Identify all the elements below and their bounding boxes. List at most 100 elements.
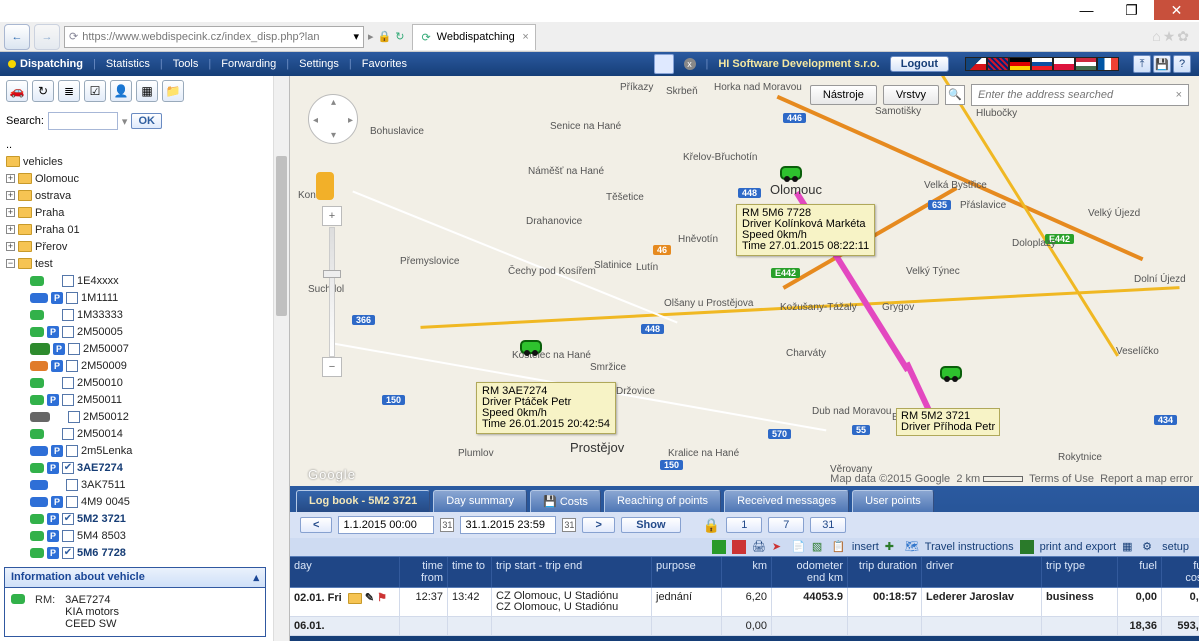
menu-tools[interactable]: Tools: [173, 58, 199, 70]
icon-doc[interactable]: 📄: [792, 540, 806, 554]
vehicle-checkbox[interactable]: [68, 343, 80, 355]
tab-user-points[interactable]: User points: [852, 490, 934, 512]
flag-hu[interactable]: [1075, 57, 1097, 71]
menu-settings[interactable]: Settings: [299, 58, 339, 70]
vehicle-checkbox[interactable]: [68, 411, 80, 423]
search-ok-button[interactable]: OK: [131, 113, 162, 129]
row-edit-icon[interactable]: ✎: [365, 592, 374, 604]
tree-vehicle[interactable]: P✔3AE7274: [6, 459, 283, 476]
expand-icon[interactable]: +: [6, 208, 15, 217]
preset-31day[interactable]: 31: [810, 517, 846, 533]
link-insert[interactable]: insert: [852, 541, 879, 553]
row-flag-icon[interactable]: ⚑: [377, 592, 387, 604]
row-folder-icon[interactable]: [348, 593, 362, 604]
tree-group[interactable]: +Přerov: [6, 238, 283, 255]
menu-dispatching[interactable]: Dispatching: [8, 58, 83, 70]
tree-vehicle[interactable]: P2m5Lenka: [6, 442, 283, 459]
logbook-row[interactable]: 02.01. Fri ✎ ⚑12:3713:42CZ Olomouc, U St…: [290, 588, 1199, 617]
url-input[interactable]: [82, 31, 349, 43]
tree-vehicle[interactable]: 1E4xxxx: [6, 272, 283, 289]
flag-uk[interactable]: [987, 57, 1009, 71]
tool-check-icon[interactable]: ☑: [84, 80, 106, 102]
icon-arrow[interactable]: ➤: [772, 540, 786, 554]
logout-button[interactable]: Logout: [890, 56, 949, 72]
expand-icon[interactable]: +: [6, 242, 15, 251]
tool-user-icon[interactable]: 👤: [110, 80, 132, 102]
icon-note[interactable]: 📋: [832, 540, 846, 554]
help-icon[interactable]: ?: [1173, 55, 1191, 73]
window-minimize[interactable]: —: [1064, 0, 1109, 20]
tool-car-icon[interactable]: 🚗: [6, 80, 28, 102]
map-pan-control[interactable]: ▴ ▾ ◂ ▸: [308, 94, 358, 144]
show-button[interactable]: Show: [621, 517, 681, 533]
streetview-pegman[interactable]: [316, 172, 334, 200]
vehicle-checkbox[interactable]: [62, 377, 74, 389]
map-search-input[interactable]: [972, 89, 1170, 101]
tree-group[interactable]: +Praha: [6, 204, 283, 221]
map-terms-link[interactable]: Terms of Use: [1029, 473, 1094, 485]
vehicle-checkbox[interactable]: [62, 530, 74, 542]
tree-vehicle[interactable]: P✔5M6 7728: [6, 544, 283, 561]
map-tools-button[interactable]: Nástroje: [810, 85, 877, 105]
tree-vehicle[interactable]: P✔5M2 3721: [6, 510, 283, 527]
tree-vehicle[interactable]: 2M50012: [6, 408, 283, 425]
menu-statistics[interactable]: Statistics: [106, 58, 150, 70]
tree-vehicles-folder[interactable]: vehicles: [6, 153, 283, 170]
search-dropdown-icon[interactable]: ▾: [122, 115, 128, 128]
company-close-icon[interactable]: x: [684, 58, 696, 70]
zoom-out-button[interactable]: −: [322, 357, 342, 377]
flag-pl[interactable]: [1053, 57, 1075, 71]
link-travel[interactable]: Travel instructions: [925, 541, 1014, 553]
browser-forward-button[interactable]: →: [34, 24, 60, 50]
window-maximize[interactable]: ❐: [1109, 0, 1154, 20]
icon-gear[interactable]: ⚙: [1142, 540, 1156, 554]
tab-costs[interactable]: 💾 Costs: [530, 490, 601, 512]
calendar-to-icon[interactable]: 31: [562, 518, 576, 532]
refresh-icon[interactable]: ↻: [395, 30, 404, 43]
tool-folder-icon[interactable]: 📁: [162, 80, 184, 102]
map-marker-5m2[interactable]: [940, 366, 966, 386]
map[interactable]: 446 448 448 635 E442 E442 E442 46 366 15…: [290, 76, 1199, 486]
link-print-export[interactable]: print and export: [1040, 541, 1116, 553]
tree-vehicle[interactable]: 1M33333: [6, 306, 283, 323]
favorite-star-icon[interactable]: ★: [1163, 28, 1176, 45]
link-setup[interactable]: setup: [1162, 541, 1189, 553]
tree-vehicle[interactable]: P5M4 8503: [6, 527, 283, 544]
tree-vehicle[interactable]: 2M50014: [6, 425, 283, 442]
menu-forwarding[interactable]: Forwarding: [221, 58, 276, 70]
icon-flag-green[interactable]: [712, 540, 726, 554]
tree-vehicle[interactable]: P2M50005: [6, 323, 283, 340]
tree-root[interactable]: ..: [6, 136, 283, 153]
icon-xls2[interactable]: [1020, 540, 1034, 554]
tool-refresh-icon[interactable]: ↻: [32, 80, 54, 102]
date-next-button[interactable]: >: [582, 517, 614, 533]
address-bar[interactable]: ⟳ ▾: [64, 26, 364, 48]
vehicle-checkbox[interactable]: [66, 479, 78, 491]
preset-1day[interactable]: 1: [726, 517, 762, 533]
tree-vehicle[interactable]: P2M50009: [6, 357, 283, 374]
map-zoom-control[interactable]: + −: [322, 206, 342, 378]
flag-cz[interactable]: [965, 57, 987, 71]
map-search-box[interactable]: ×: [971, 84, 1189, 106]
tree-group[interactable]: +Olomouc: [6, 170, 283, 187]
tree-group[interactable]: −test: [6, 255, 283, 272]
map-marker-5m6[interactable]: [780, 166, 806, 186]
home-icon[interactable]: ⌂: [1152, 28, 1160, 45]
tree-vehicle[interactable]: 3AK7511: [6, 476, 283, 493]
map-report-link[interactable]: Report a map error: [1100, 473, 1193, 485]
sidebar-scrollbar[interactable]: [273, 76, 289, 641]
date-to-input[interactable]: [460, 516, 556, 534]
map-search-clear-icon[interactable]: ×: [1170, 89, 1188, 101]
icon-print[interactable]: 🖨: [752, 540, 766, 554]
preset-7day[interactable]: 7: [768, 517, 804, 533]
date-from-input[interactable]: [338, 516, 434, 534]
vehicle-checkbox[interactable]: [62, 309, 74, 321]
expand-icon[interactable]: −: [6, 259, 15, 268]
expand-icon[interactable]: +: [6, 225, 15, 234]
vehicle-checkbox[interactable]: ✔: [62, 513, 74, 525]
vehicle-checkbox[interactable]: [66, 496, 78, 508]
flag-sk[interactable]: [1031, 57, 1053, 71]
tree-vehicle[interactable]: P2M50011: [6, 391, 283, 408]
expand-icon[interactable]: +: [6, 174, 15, 183]
flag-de[interactable]: [1009, 57, 1031, 71]
